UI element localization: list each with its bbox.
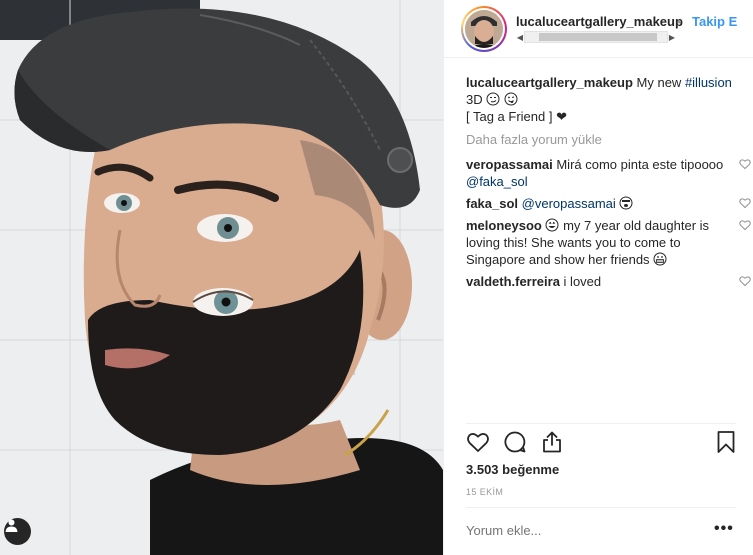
screaming-face-emoji-icon	[619, 196, 633, 210]
divider	[466, 423, 736, 424]
horizontal-scrollbar[interactable]: ◀ ▶	[516, 30, 676, 44]
comment-text: Mirá como pinta este tipoooo	[552, 157, 724, 172]
scrollbar-thumb[interactable]	[539, 33, 657, 41]
user-tag-icon	[5, 519, 18, 532]
post-photo[interactable]	[0, 0, 443, 555]
comment-bubble-icon[interactable]	[503, 430, 527, 454]
wink-tongue-emoji-icon	[504, 92, 518, 106]
post-header: lucaluceartgallery_makeup • Takip E ◀ ▶	[444, 0, 753, 58]
comment-like-heart-icon[interactable]	[739, 275, 751, 287]
smirk-emoji-icon	[486, 92, 500, 106]
bookmark-icon[interactable]	[714, 430, 738, 454]
avatar-image	[465, 10, 503, 48]
comment-username[interactable]: faka_sol	[466, 196, 518, 211]
comment-like-heart-icon[interactable]	[739, 197, 751, 209]
comment-username[interactable]: meloneysoo	[466, 218, 542, 233]
load-more-comments-button[interactable]: Daha fazla yorum yükle	[466, 131, 748, 148]
post-date[interactable]: 15 EKİM	[466, 487, 503, 497]
avatar[interactable]	[461, 6, 507, 52]
follow-button[interactable]: Takip E	[692, 14, 737, 29]
comment-like-heart-icon[interactable]	[739, 158, 751, 170]
header-separator: •	[677, 14, 682, 29]
comment-text: i loved	[559, 274, 602, 289]
comment-username[interactable]: valdeth.ferreira	[466, 274, 560, 289]
caption-text: My new	[632, 75, 685, 90]
comment-like-heart-icon[interactable]	[739, 219, 751, 231]
scroll-left-icon[interactable]: ◀	[516, 33, 524, 42]
divider	[466, 507, 736, 508]
share-icon[interactable]	[540, 430, 564, 454]
grimacing-face-emoji-icon	[653, 252, 667, 266]
comment-mention[interactable]: @faka_sol	[466, 174, 528, 189]
comment-item: faka_sol @veropassamai	[466, 195, 751, 212]
post-caption: lucaluceartgallery_makeup My new #illusi…	[466, 74, 748, 125]
caption-line-3: [ Tag a Friend ]	[466, 109, 553, 124]
comment-item: meloneysoo my 7 year old daughter is lov…	[466, 217, 751, 268]
comment-username[interactable]: veropassamai	[466, 157, 553, 172]
scroll-right-icon[interactable]: ▶	[668, 33, 676, 42]
user-tags-button[interactable]	[4, 518, 31, 545]
more-options-button[interactable]: •••	[714, 520, 734, 538]
likes-count[interactable]: 3.503 beğenme	[466, 462, 559, 477]
heart-icon[interactable]	[466, 430, 490, 454]
caption-username[interactable]: lucaluceartgallery_makeup	[466, 75, 633, 90]
comments-list: lucaluceartgallery_makeup My new #illusi…	[466, 74, 751, 295]
comment-item: veropassamai Mirá como pinta este tipooo…	[466, 156, 751, 190]
post-actions-bar	[466, 430, 748, 458]
comment-mention[interactable]: @veropassamai	[522, 196, 616, 211]
caption-hashtag[interactable]: #illusion	[685, 75, 732, 90]
grinning-face-emoji-icon	[545, 218, 559, 232]
caption-line-2: 3D	[466, 92, 483, 107]
add-comment-input[interactable]	[466, 523, 696, 538]
comment-item: valdeth.ferreira i loved	[466, 273, 751, 290]
header-username-link[interactable]: lucaluceartgallery_makeup	[516, 14, 683, 29]
portrait-illusion-image	[0, 0, 443, 555]
post-details-panel: lucaluceartgallery_makeup • Takip E ◀ ▶ …	[443, 0, 753, 555]
caption-heart: ❤	[556, 109, 568, 124]
